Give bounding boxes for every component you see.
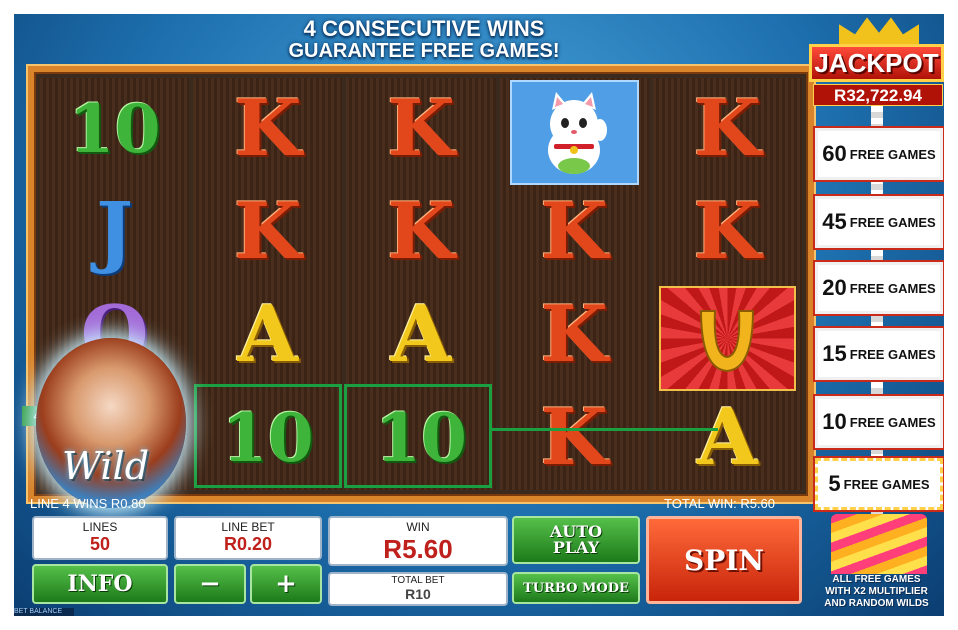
line-bet-panel: LINE BET R0.20 xyxy=(174,516,322,560)
total-bet-value: R10 xyxy=(405,586,431,602)
free-games-count: 20 xyxy=(822,275,847,300)
total-bet-panel: TOTAL BET R10 xyxy=(328,572,508,606)
symbol-k: K xyxy=(233,186,302,277)
symbol-k: K xyxy=(387,186,455,277)
line-bet-value: R0.20 xyxy=(223,534,273,554)
symbol-k: K xyxy=(233,83,302,174)
win-highlight-box xyxy=(194,384,342,488)
symbol-a: A xyxy=(697,392,758,483)
lines-label: LINES xyxy=(82,520,118,534)
symbol-a: A xyxy=(390,289,452,380)
symbol-k: K xyxy=(540,289,609,380)
free-games-count: 5 xyxy=(828,471,841,496)
free-games-label: FREE GAMES xyxy=(849,146,936,162)
autoplay-button[interactable]: AUTO PLAY xyxy=(512,516,640,564)
free-games-label: FREE GAMES xyxy=(849,280,936,296)
balance-label: BET BALANCE xyxy=(14,608,74,616)
slot-game: 4 CONSECUTIVE WINS GUARANTEE FREE GAMES!… xyxy=(14,14,944,616)
symbol-a: A xyxy=(237,289,299,380)
free-games-count: 10 xyxy=(822,409,847,434)
info-button[interactable]: INFO xyxy=(32,564,168,604)
crown-icon xyxy=(839,17,919,48)
symbol-ten: 10 xyxy=(68,89,161,168)
horseshoe-icon xyxy=(700,309,755,372)
note-line-3: AND RANDOM WILDS xyxy=(824,598,929,609)
banner-line-2: GUARANTEE FREE GAMES! xyxy=(288,40,560,62)
win-value: R5.60 xyxy=(383,534,453,564)
free-games-sign-active: 5 FREE GAMES xyxy=(815,458,943,510)
horseshoe-symbol xyxy=(658,286,797,391)
symbol-k: K xyxy=(693,186,762,277)
free-games-label: FREE GAMES xyxy=(849,346,936,362)
free-games-label: FREE GAMES xyxy=(849,214,936,230)
spin-button[interactable]: SPIN xyxy=(646,516,802,604)
total-bet-label: TOTAL BET xyxy=(391,575,445,586)
symbol-k: K xyxy=(540,392,609,483)
promo-banner: 4 CONSECUTIVE WINS GUARANTEE FREE GAMES! xyxy=(274,16,574,63)
symbol-j: J xyxy=(96,186,134,277)
note-line-2: WITH X2 MULTIPLIER xyxy=(825,586,928,597)
free-games-sign: 15 FREE GAMES xyxy=(815,328,943,380)
free-games-sign: 45 FREE GAMES xyxy=(815,196,943,248)
lines-panel: LINES 50 xyxy=(32,516,168,560)
wild-logo: Wild xyxy=(62,444,150,488)
win-panel: WIN R5.60 xyxy=(328,516,508,566)
rainbow-stripes xyxy=(831,514,927,574)
decrease-bet-button[interactable]: − xyxy=(174,564,246,604)
lucky-cat-symbol xyxy=(509,80,639,185)
jackpot-title: JACKPOT xyxy=(809,44,944,82)
free-games-count: 15 xyxy=(822,341,847,366)
free-games-label: FREE GAMES xyxy=(843,476,930,492)
turbo-mode-button[interactable]: TURBO MODE xyxy=(512,572,640,604)
free-games-note: ALL FREE GAMES WITH X2 MULTIPLIER AND RA… xyxy=(809,574,944,610)
note-line-1: ALL FREE GAMES xyxy=(832,574,921,585)
lucky-cat-icon xyxy=(548,91,608,174)
lines-value: 50 xyxy=(89,534,111,554)
win-label: WIN xyxy=(406,520,430,534)
total-win-text: TOTAL WIN: R5.60 xyxy=(664,496,776,511)
free-games-count: 60 xyxy=(822,141,847,166)
free-games-label: FREE GAMES xyxy=(849,414,936,430)
jackpot-panel: JACKPOT R32,722.94 60 FREE GAMES 45 FREE… xyxy=(809,14,944,616)
free-games-sign: 20 FREE GAMES xyxy=(815,262,943,314)
win-highlight-box xyxy=(344,384,492,488)
free-games-sign: 60 FREE GAMES xyxy=(815,128,943,180)
free-games-count: 45 xyxy=(822,209,847,234)
free-games-sign: 10 FREE GAMES xyxy=(815,396,943,448)
line-bet-label: LINE BET xyxy=(221,520,275,534)
symbol-k: K xyxy=(540,186,609,277)
increase-bet-button[interactable]: + xyxy=(250,564,322,604)
banner-line-1: 4 CONSECUTIVE WINS xyxy=(303,16,545,41)
symbol-k: K xyxy=(693,83,762,174)
payline-indicator xyxy=(492,428,718,431)
symbol-k: K xyxy=(387,83,455,174)
jackpot-amount: R32,722.94 xyxy=(813,84,943,106)
line-win-text: LINE 4 WINS R0.80 xyxy=(30,496,146,511)
